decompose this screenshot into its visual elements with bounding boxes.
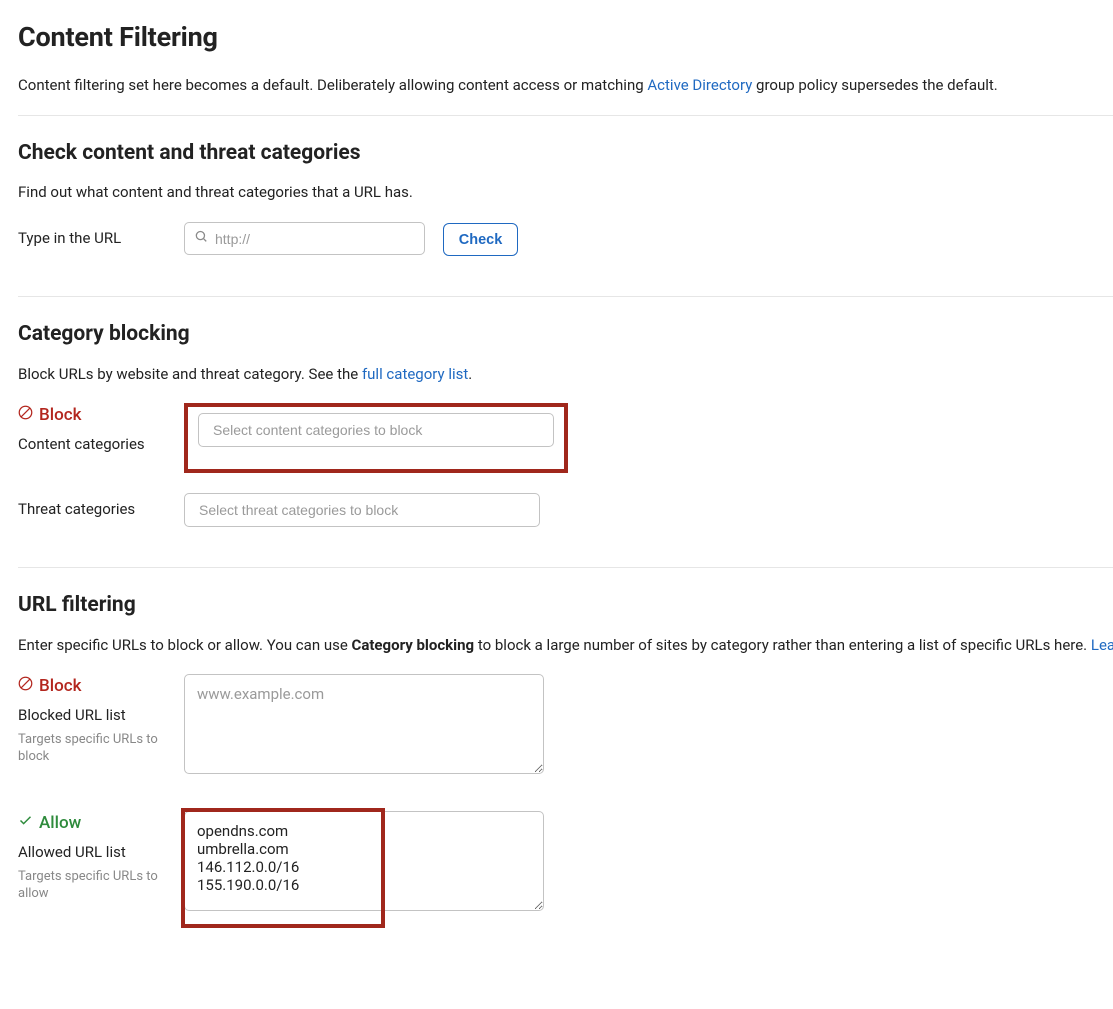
blocked-url-list-label: Blocked URL list [18, 705, 184, 727]
category-blocking-desc-pre: Block URLs by website and threat categor… [18, 365, 358, 383]
allowed-url-highlight [184, 811, 544, 918]
page-intro: Content filtering set here becomes a def… [18, 75, 1113, 97]
url-filtering-desc-mid: to block a large number of sites by cate… [474, 636, 1087, 654]
url-filtering-desc: Enter specific URLs to block or allow. Y… [18, 635, 1113, 657]
url-check-input[interactable] [184, 222, 425, 255]
allowed-url-list-label: Allowed URL list [18, 842, 184, 864]
block-tag: Block [39, 674, 81, 699]
url-filtering-desc-pre: Enter specific URLs to block or allow. Y… [18, 636, 352, 654]
block-icon [18, 403, 33, 428]
active-directory-link[interactable]: Active Directory [647, 76, 752, 94]
section-check-categories: Check content and threat categories Find… [18, 138, 1113, 256]
allowed-url-list-help: Targets specific URLs to allow [18, 868, 184, 903]
check-categories-title: Check content and threat categories [18, 138, 1113, 168]
url-filtering-desc-bold: Category blocking [352, 636, 475, 654]
page-title: Content Filtering [18, 18, 1113, 57]
full-category-list-link[interactable]: full category list [362, 365, 468, 383]
section-category-blocking: Category blocking Block URLs by website … [18, 319, 1113, 527]
url-check-label: Type in the URL [18, 222, 184, 250]
content-categories-input[interactable] [198, 413, 554, 447]
intro-text-pre: Content filtering set here becomes a def… [18, 76, 647, 94]
divider [18, 567, 1113, 568]
content-categories-highlight [184, 403, 568, 473]
check-button[interactable]: Check [443, 223, 519, 256]
learn-more-link[interactable]: Lea [1091, 636, 1113, 654]
section-url-filtering: URL filtering Enter specific URLs to blo… [18, 590, 1113, 918]
url-filtering-title: URL filtering [18, 590, 1113, 620]
category-blocking-title: Category blocking [18, 319, 1113, 349]
block-tag: Block [39, 403, 81, 428]
allow-tag: Allow [39, 811, 81, 836]
divider [18, 115, 1113, 116]
blocked-url-textarea[interactable] [184, 674, 544, 774]
block-icon [18, 674, 33, 699]
check-categories-desc: Find out what content and threat categor… [18, 182, 1113, 204]
blocked-url-list-help: Targets specific URLs to block [18, 731, 184, 766]
intro-text-post: group policy supersedes the default. [756, 76, 998, 94]
category-blocking-desc: Block URLs by website and threat categor… [18, 364, 1113, 386]
divider [18, 296, 1113, 297]
threat-categories-input[interactable] [184, 493, 540, 527]
content-categories-label: Content categories [18, 434, 184, 456]
threat-categories-label: Threat categories [18, 493, 184, 521]
category-blocking-desc-post: . [468, 365, 472, 383]
check-icon [18, 811, 33, 836]
allowed-url-textarea[interactable] [184, 811, 544, 911]
